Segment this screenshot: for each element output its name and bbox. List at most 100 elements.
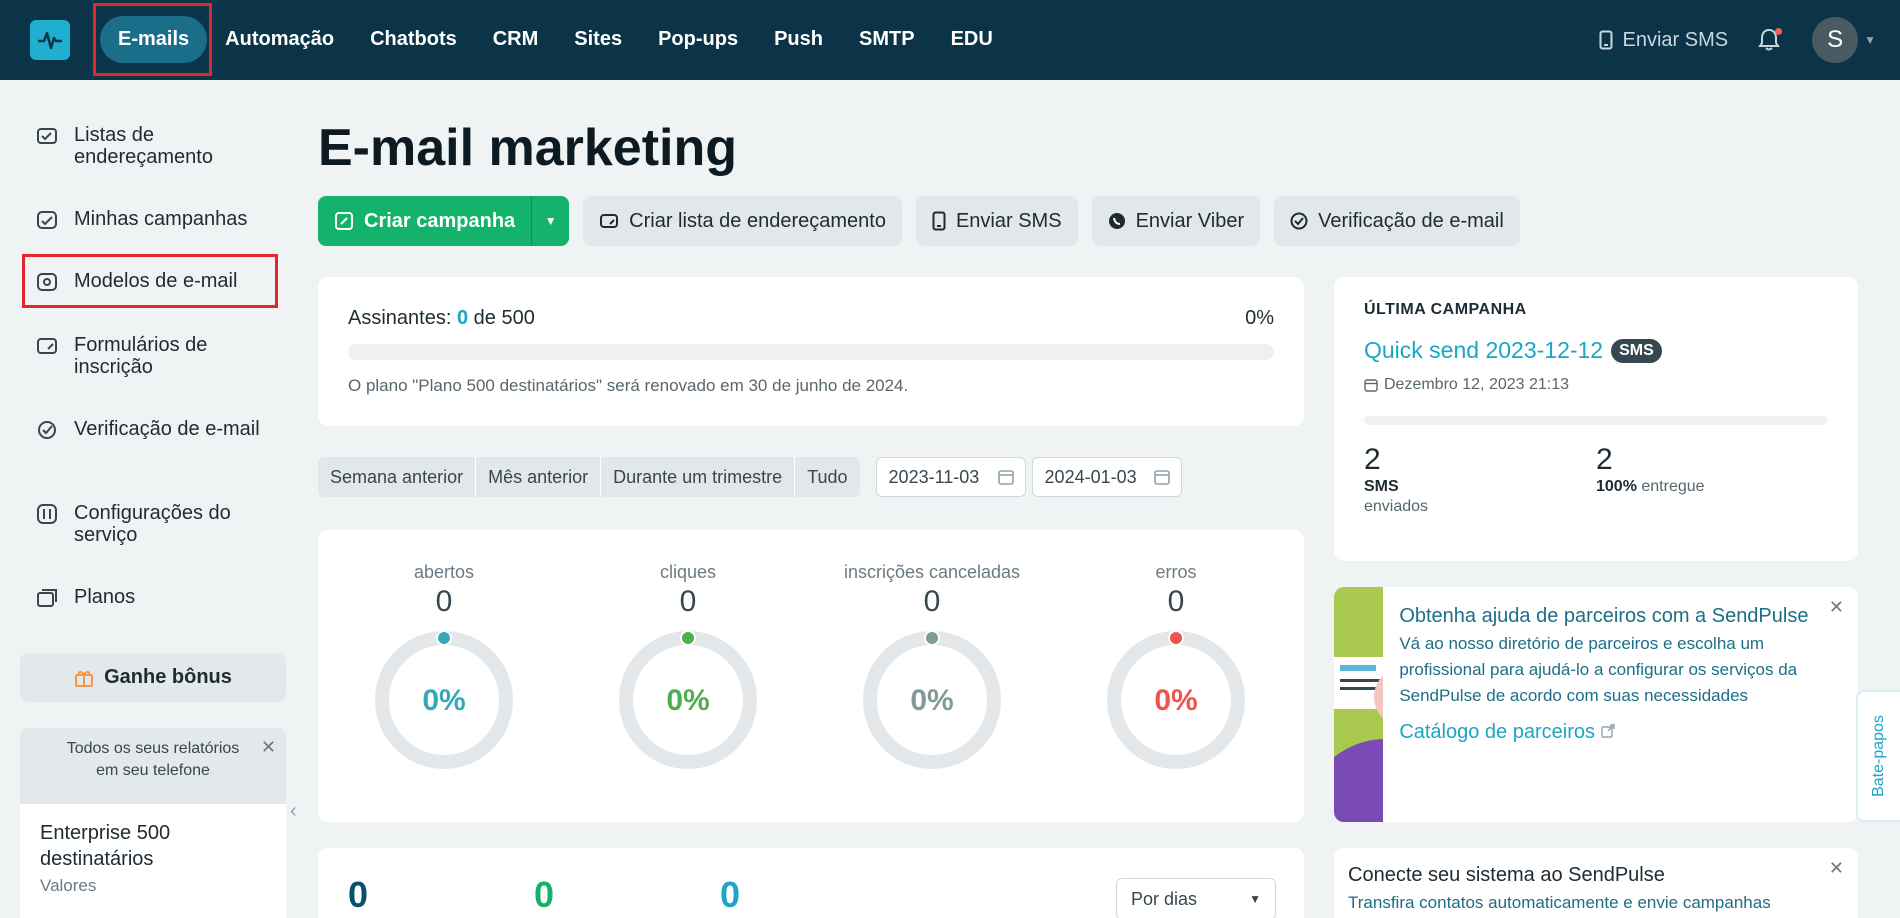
mobile-promo-banner: Todos os seus relatórios em seu telefone… (20, 728, 286, 804)
period-filters: Semana anterior Mês anterior Durante um … (318, 457, 1182, 497)
page-title: E-mail marketing (318, 119, 738, 177)
sidebar-item-mailing-lists[interactable]: Listas de endereçamento (36, 124, 276, 168)
highlight-box-sidebar (22, 254, 278, 308)
chevron-down-icon: ▼ (1864, 33, 1876, 47)
subscribers-count-text: Assinantes: 0 de 500 (348, 307, 535, 330)
top-send-sms-label: Enviar SMS (1622, 28, 1729, 51)
date-to-value: 2024-01-03 (1044, 466, 1137, 487)
last-campaign-caption: ÚLTIMA CAMPANHA (1364, 301, 1527, 318)
plans-icon (37, 589, 57, 607)
nav-push[interactable]: Push (756, 16, 841, 63)
create-mailing-list-button[interactable]: Criar lista de endereçamento (583, 196, 902, 246)
highlight-box-nav (93, 3, 212, 76)
address-list-icon (37, 128, 57, 144)
top-navbar: E-mails Automação Chatbots CRM Sites Pop… (0, 0, 1900, 80)
get-bonus-label: Ganhe bônus (104, 666, 232, 688)
close-icon[interactable]: ✕ (1829, 858, 1844, 879)
last-campaign-card: ÚLTIMA CAMPANHA Quick send 2023-12-12 SM… (1334, 277, 1858, 561)
period-quarter[interactable]: Durante um trimestre (601, 457, 796, 497)
sidebar-item-label: Listas de endereçamento (74, 124, 213, 168)
notifications-bell-icon[interactable] (1758, 28, 1783, 52)
sidebar-item-plans[interactable]: Planos (36, 586, 276, 609)
plan-title: Enterprise 500 destinatários (40, 822, 171, 870)
partners-catalog-label: Catálogo de parceiros (1399, 721, 1595, 743)
metric-sent-label: SMS (1364, 478, 1399, 495)
stat-label: inscrições canceladas (843, 562, 1021, 582)
email-verification-button[interactable]: Verificação de e-mail (1274, 196, 1520, 246)
nav-crm[interactable]: CRM (475, 16, 557, 63)
nav-popups[interactable]: Pop-ups (640, 16, 756, 63)
nav-sites[interactable]: Sites (556, 16, 640, 63)
avatar: S (1812, 17, 1859, 63)
nav-smtp[interactable]: SMTP (841, 16, 933, 63)
metric-sent: 2 SMS enviados (1364, 443, 1596, 517)
close-icon[interactable]: ✕ (261, 736, 276, 758)
nav-edu[interactable]: EDU (933, 16, 1011, 63)
sidebar-item-label: Verificação de e-mail (74, 418, 260, 440)
action-toolbar: Criar campanha ▼ Criar lista de endereça… (318, 196, 1520, 246)
plan-renewal-note: O plano "Plano 500 destinatários" será r… (348, 376, 909, 395)
subscribers-count: 0 (456, 307, 469, 329)
top-send-sms-link[interactable]: Enviar SMS (1599, 28, 1729, 52)
date-from-value: 2023-11-03 (888, 466, 980, 487)
main-nav: E-mails Automação Chatbots CRM Sites Pop… (100, 16, 1011, 63)
last-campaign-metrics: 2 SMS enviados 2 100% entregue (1364, 443, 1828, 517)
send-viber-button[interactable]: Enviar Viber (1091, 196, 1261, 246)
stat-percent: 0% (910, 684, 953, 717)
create-campaign-button[interactable]: Criar campanha (318, 196, 531, 246)
get-bonus-button[interactable]: Ganhe bônus (20, 653, 286, 702)
create-campaign-label: Criar campanha (364, 209, 516, 232)
last-campaign-link[interactable]: Quick send 2023-12-12 (1364, 337, 1603, 364)
stat-donut: 0% (375, 630, 513, 769)
email-verification-label: Verificação de e-mail (1318, 209, 1504, 232)
calendar-icon (1364, 379, 1378, 392)
total-value: 0 (348, 874, 369, 915)
sidebar-item-campaigns[interactable]: Minhas campanhas (36, 208, 276, 231)
chats-side-tab[interactable]: Bate-papos (1856, 690, 1900, 822)
plan-prices-link[interactable]: Valores (40, 876, 266, 896)
sidebar-item-email-verification[interactable]: Verificação de e-mail (36, 418, 276, 441)
create-campaign-dropdown-chevron-down-icon[interactable]: ▼ (531, 196, 569, 246)
stats-card: abertos 0 0% cliques 0 0% inscrições can… (318, 530, 1304, 822)
nav-chatbots[interactable]: Chatbots (352, 16, 475, 63)
totals-card: 0 0 0 Por dias ▼ (318, 848, 1304, 918)
period-last-week[interactable]: Semana anterior (318, 457, 477, 497)
metric-sent-value: 2 (1364, 443, 1381, 476)
external-link-icon (1600, 724, 1615, 738)
stat-percent: 0% (666, 684, 709, 717)
stat-errors: erros 0 0% (1076, 562, 1276, 775)
metric-delivered: 2 100% entregue (1596, 443, 1828, 517)
stat-percent: 0% (422, 684, 465, 717)
phone-icon (932, 211, 946, 231)
subscribers-card: Assinantes: 0 de 500 0% O plano "Plano 5… (318, 277, 1304, 426)
partners-catalog-link[interactable]: Catálogo de parceiros (1399, 721, 1818, 744)
connect-title: Conecte seu sistema ao SendPulse (1348, 864, 1665, 886)
group-by-select[interactable]: Por dias ▼ (1116, 878, 1276, 918)
plan-summary[interactable]: Enterprise 500 destinatários Valores (20, 804, 286, 912)
pulse-icon (38, 31, 62, 50)
date-to-input[interactable]: 2024-01-03 (1031, 457, 1182, 497)
create-mailing-list-label: Criar lista de endereçamento (629, 209, 886, 232)
close-icon[interactable]: ✕ (1829, 597, 1844, 618)
connect-text: Transfira contatos automaticamente e env… (1348, 893, 1771, 912)
period-segmented-control: Semana anterior Mês anterior Durante um … (318, 457, 860, 497)
date-range: 2023-11-03 2024-01-03 (875, 457, 1182, 497)
sendpulse-logo[interactable] (30, 20, 70, 60)
nav-automation[interactable]: Automação (207, 16, 352, 63)
metric-delivered-value: 2 (1596, 443, 1613, 476)
check-icon (1290, 212, 1308, 230)
stat-value: 0 (435, 585, 453, 618)
user-menu[interactable]: S ▼ (1812, 17, 1876, 63)
stat-label: erros (1155, 562, 1197, 582)
stat-unsubscribed: inscrições canceladas 0 0% (832, 562, 1032, 775)
sidebar-item-signup-forms[interactable]: Formulários de inscrição (36, 334, 276, 378)
send-viber-label: Enviar Viber (1135, 209, 1245, 232)
sidebar-item-service-settings[interactable]: Configurações do serviço (36, 502, 276, 546)
send-sms-button[interactable]: Enviar SMS (915, 196, 1078, 246)
partners-card: Obtenha ajuda de parceiros com a SendPul… (1334, 587, 1858, 822)
period-all[interactable]: Tudo (795, 457, 859, 497)
collapse-sidebar-chevron-left-icon[interactable]: ‹ (290, 800, 297, 823)
period-last-month[interactable]: Mês anterior (476, 457, 602, 497)
subscribers-percent: 0% (1245, 307, 1274, 329)
date-from-input[interactable]: 2023-11-03 (875, 457, 1026, 497)
